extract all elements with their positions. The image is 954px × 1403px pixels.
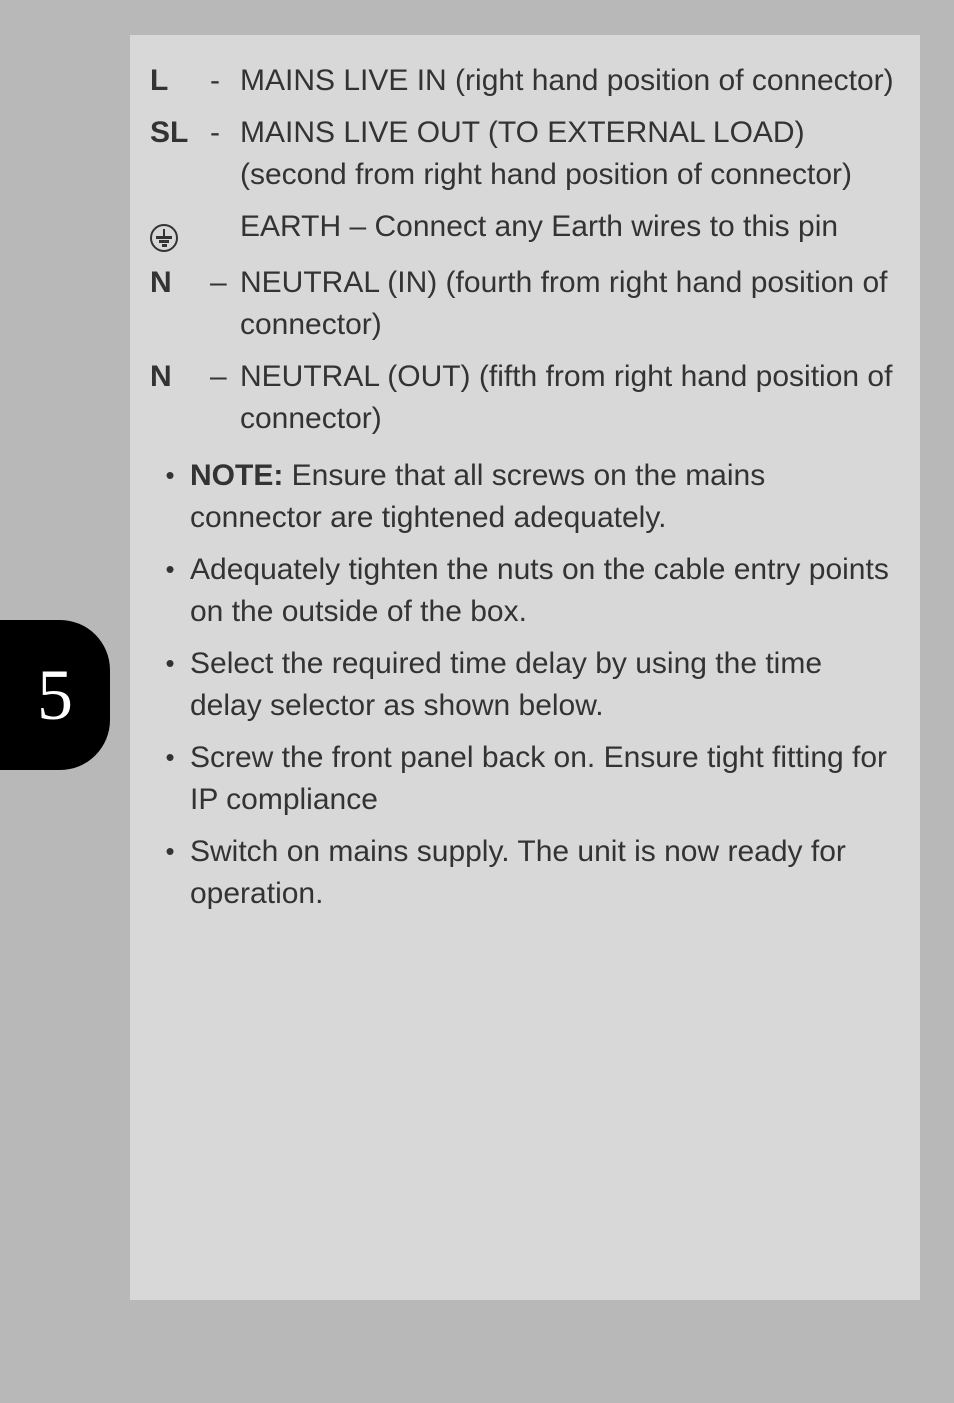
def-label-N: N [150, 262, 210, 304]
definition-row: N – NEUTRAL (OUT) (fifth from right hand… [150, 356, 895, 440]
def-desc: NEUTRAL (OUT) (fifth from right hand pos… [240, 356, 895, 440]
definition-row: N – NEUTRAL (IN) (fourth from right hand… [150, 262, 895, 346]
bullet-marker: • [150, 549, 190, 591]
def-desc: MAINS LIVE OUT (TO EXTERNAL LOAD) (secon… [240, 112, 895, 196]
def-label-SL: SL [150, 112, 210, 154]
definition-row: EARTH – Connect any Earth wires to this … [150, 206, 895, 252]
bullet-item: • NOTE: Ensure that all screws on the ma… [150, 455, 895, 539]
bullet-text: Screw the front panel back on. Ensure ti… [190, 737, 895, 821]
bullet-text: Select the required time delay by using … [190, 643, 895, 727]
bullet-item: • Switch on mains supply. The unit is no… [150, 831, 895, 915]
bullet-marker: • [150, 737, 190, 779]
def-label-earth [150, 206, 210, 252]
bullet-marker: • [150, 455, 190, 497]
page-number: 5 [37, 654, 73, 737]
def-desc: MAINS LIVE IN (right hand position of co… [240, 60, 895, 102]
bullet-list: • NOTE: Ensure that all screws on the ma… [150, 455, 895, 915]
bullet-text: Switch on mains supply. The unit is now … [190, 831, 895, 915]
def-sep: - [210, 60, 240, 102]
bullet-text: NOTE: Ensure that all screws on the main… [190, 455, 895, 539]
definition-row: L - MAINS LIVE IN (right hand position o… [150, 60, 895, 102]
def-label-N: N [150, 356, 210, 398]
page-tab: 5 [0, 620, 110, 770]
bullet-item: • Adequately tighten the nuts on the cab… [150, 549, 895, 633]
def-desc: NEUTRAL (IN) (fourth from right hand pos… [240, 262, 895, 346]
bullet-marker: • [150, 831, 190, 873]
definition-row: SL - MAINS LIVE OUT (TO EXTERNAL LOAD) (… [150, 112, 895, 196]
earth-icon [150, 224, 178, 252]
bullet-bold: NOTE: [190, 459, 283, 492]
def-sep: – [210, 356, 240, 398]
def-desc: EARTH – Connect any Earth wires to this … [240, 206, 895, 248]
def-sep: - [210, 112, 240, 154]
bullet-text: Adequately tighten the nuts on the cable… [190, 549, 895, 633]
bullet-marker: • [150, 643, 190, 685]
content-box: L - MAINS LIVE IN (right hand position o… [130, 35, 920, 1300]
def-label-L: L [150, 60, 210, 102]
def-sep: – [210, 262, 240, 304]
bullet-item: • Select the required time delay by usin… [150, 643, 895, 727]
bullet-item: • Screw the front panel back on. Ensure … [150, 737, 895, 821]
